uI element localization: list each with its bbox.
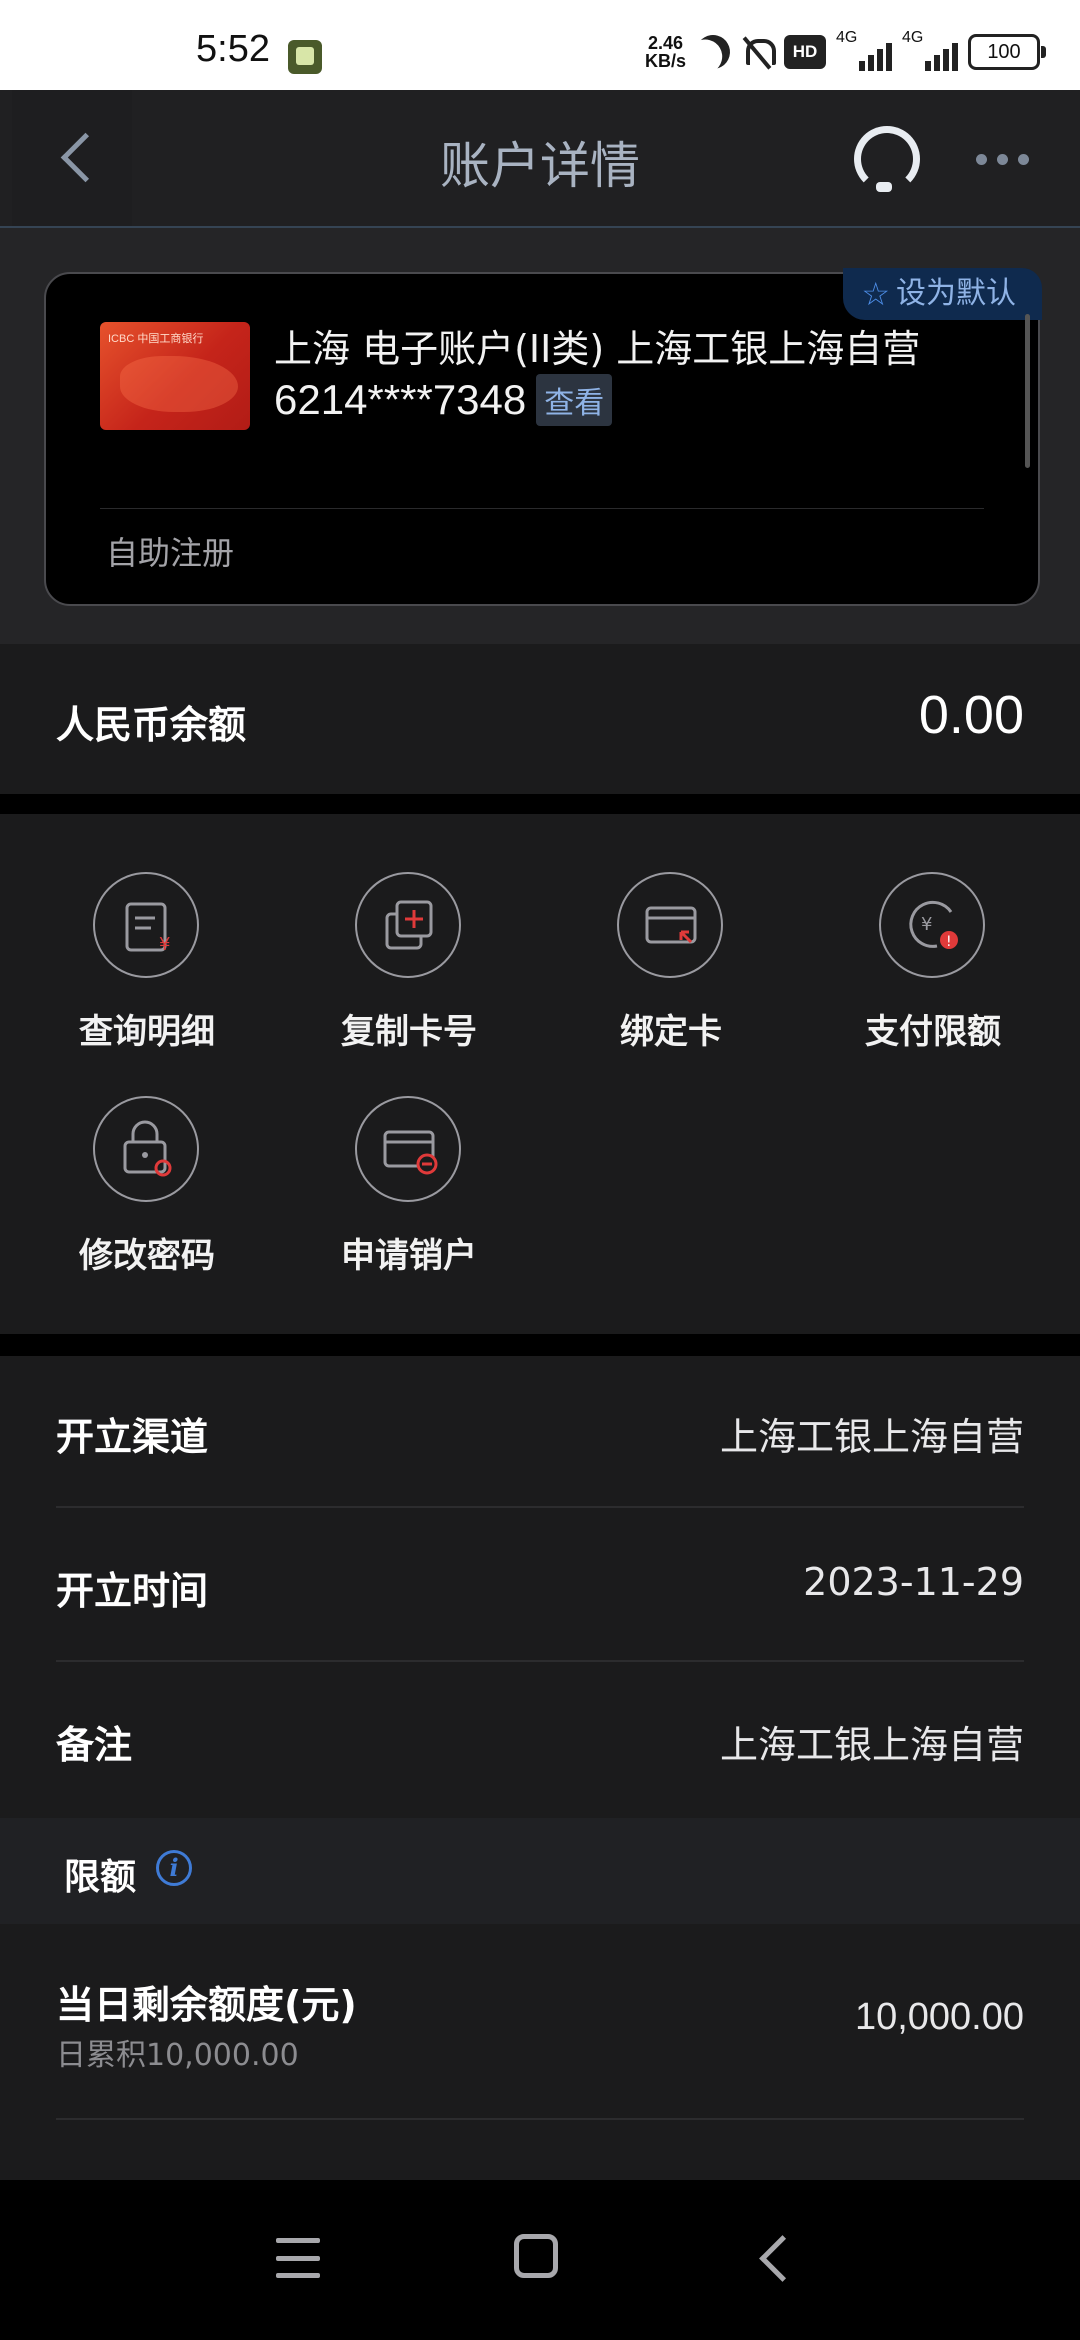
info-row-open-date: 开立时间 2023-11-29 (56, 1510, 1024, 1662)
star-icon: ☆ (861, 275, 890, 313)
action-copy-card-number[interactable]: 复制卡号 (299, 814, 519, 1052)
more-icon[interactable] (976, 154, 1029, 165)
action-bind-card[interactable]: 绑定卡 (561, 814, 781, 1052)
card-register-label: 自助注册 (106, 534, 235, 572)
status-icons: 2.46 KB/s HD 4G 4G 100 (645, 29, 1046, 75)
document-yen-icon: ¥ (125, 902, 170, 955)
action-label: 支付限额 (865, 1012, 1001, 1052)
action-label: 修改密码 (79, 1236, 215, 1276)
svg-text:¥: ¥ (921, 914, 932, 935)
info-key: 开立时间 (56, 1569, 209, 1613)
daily-limit-sub: 日累积10,000.00 (56, 2038, 299, 2073)
bell-off-icon (740, 35, 776, 69)
net-speed-value: 2.46 (647, 33, 684, 53)
limit-section: 当日剩余额度(元) 日累积10,000.00 10,000.00 (0, 1924, 1080, 2180)
limit-title: 限额 (64, 1857, 137, 1898)
card-logo: ICBC 中国工商银行 (108, 333, 204, 345)
bind-card-icon (645, 906, 697, 944)
action-query-details[interactable]: ¥ 查询明细 (37, 814, 257, 1052)
signal-tag: 4G (836, 29, 858, 46)
card-divider (100, 508, 984, 509)
net-speed: 2.46 KB/s (645, 34, 686, 70)
menu-icon[interactable] (276, 2238, 320, 2278)
info-value: 上海工银上海自营 (719, 1415, 1024, 1459)
status-time: 5:52 (196, 28, 270, 70)
status-bar: 5:52 2.46 KB/s HD 4G 4G 100 (0, 0, 1080, 90)
hd-badge: HD (784, 35, 826, 69)
copy-icon (385, 900, 433, 950)
card-number-row: 6214****7348 查看 (274, 374, 613, 426)
card-name: 上海 电子账户(II类) 上海工银上海自营 (274, 327, 921, 371)
info-value: 上海工银上海自营 (719, 1723, 1024, 1767)
info-key: 备注 (56, 1723, 133, 1767)
card-number: 6214****7348 (274, 376, 527, 423)
quick-actions: ¥ 查询明细 复制卡号 绑定卡 ¥ ! 支付限额 修改密码 申请销户 (0, 814, 1080, 1334)
svg-text:!: ! (946, 934, 952, 950)
set-default-label: 设为默认 (896, 276, 1016, 311)
limit-yen-icon: ¥ ! (909, 900, 958, 950)
nav-back-icon[interactable] (759, 2235, 806, 2282)
signal-icon: 4G (836, 29, 892, 71)
limit-header: 限额 i (0, 1818, 1080, 1924)
balance-row: 人民币余额 0.00 (0, 644, 1080, 794)
app-header: 账户详情 (0, 90, 1080, 228)
account-card: ☆ 设为默认 ICBC 中国工商银行 上海 电子账户(II类) 上海工银上海自营… (44, 268, 1042, 606)
balance-value: 0.00 (918, 685, 1024, 745)
info-value: 2023-11-29 (803, 1560, 1024, 1604)
action-label: 申请销户 (341, 1236, 477, 1276)
net-speed-unit: KB/s (644, 51, 686, 71)
daily-limit-label: 当日剩余额度(元) (56, 1983, 357, 2027)
card-image: ICBC 中国工商银行 (100, 322, 250, 430)
battery-icon: 100 (968, 34, 1046, 70)
action-payment-limit[interactable]: ¥ ! 支付限额 (823, 814, 1043, 1052)
daily-limit-value: 10,000.00 (854, 1996, 1024, 2038)
notification-app-icon (288, 40, 322, 74)
moon-icon (690, 29, 736, 75)
system-nav-bar (0, 2180, 1080, 2340)
view-card-number-button[interactable]: 查看 (536, 374, 613, 426)
signal-tag: 4G (902, 29, 924, 46)
signal-icon: 4G (902, 29, 958, 71)
action-label: 绑定卡 (620, 1012, 722, 1052)
card-scrollbar (1025, 314, 1030, 468)
info-key: 开立渠道 (56, 1415, 209, 1459)
lock-settings-icon (123, 1120, 172, 1177)
balance-label: 人民币余额 (56, 703, 247, 747)
action-change-password[interactable]: 修改密码 (37, 1038, 257, 1276)
info-row-remark: 备注 上海工银上海自营 (56, 1664, 1024, 1816)
action-close-account[interactable]: 申请销户 (299, 1038, 519, 1276)
daily-limit-row: 当日剩余额度(元) 日累积10,000.00 10,000.00 (56, 1924, 1024, 2120)
headset-icon[interactable] (848, 122, 920, 194)
svg-text:¥: ¥ (159, 934, 170, 955)
set-default-button[interactable]: ☆ 设为默认 (843, 268, 1042, 320)
home-icon[interactable] (514, 2234, 558, 2278)
card-section: ☆ 设为默认 ICBC 中国工商银行 上海 电子账户(II类) 上海工银上海自营… (0, 228, 1080, 644)
info-row-channel: 开立渠道 上海工银上海自营 (56, 1356, 1024, 1508)
card-minus-icon (383, 1130, 438, 1175)
account-info: 开立渠道 上海工银上海自营 开立时间 2023-11-29 备注 上海工银上海自… (0, 1356, 1080, 1818)
info-icon[interactable]: i (156, 1850, 192, 1886)
